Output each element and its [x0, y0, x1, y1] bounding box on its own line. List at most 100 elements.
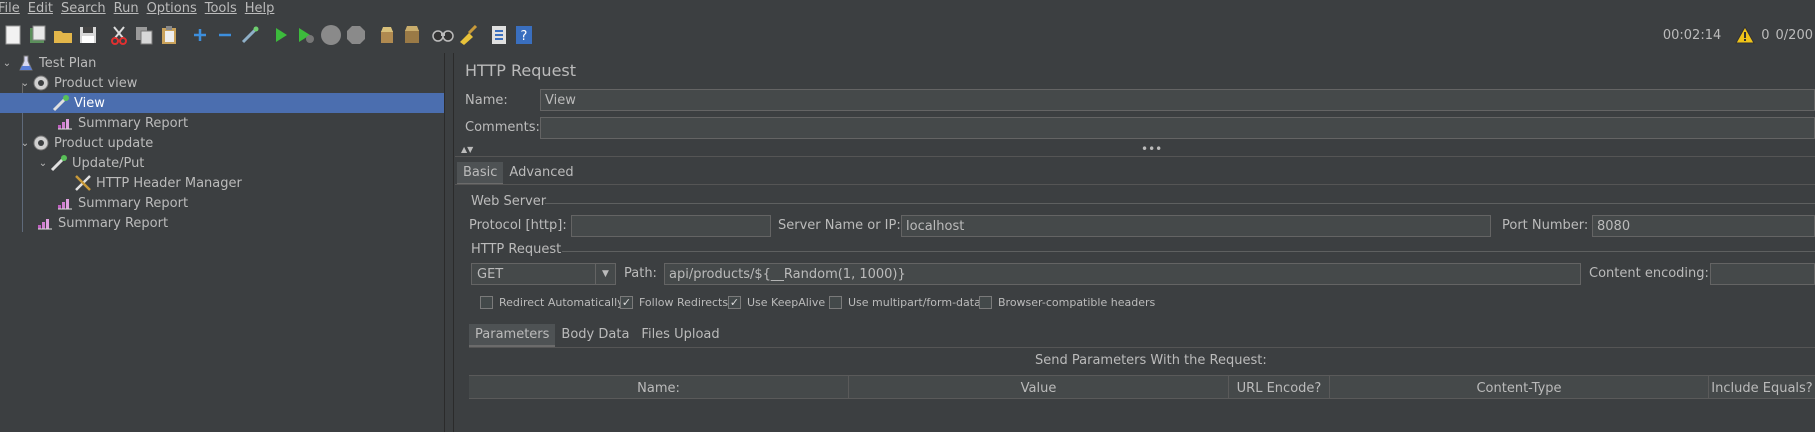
elapsed-time: 00:02:14 [1662, 27, 1722, 43]
check-icon[interactable]: ✓ [728, 296, 741, 309]
browser-compatible-checkbox[interactable]: Browser-compatible headers [979, 296, 1155, 309]
toolbar: ? 00:02:14 0 0/200 [0, 17, 1815, 53]
tab-files-upload[interactable]: Files Upload [635, 324, 725, 347]
stop-icon[interactable] [319, 22, 343, 48]
templates-icon[interactable] [26, 22, 50, 48]
tree-item-test-plan[interactable]: ⌄ Test Plan [0, 53, 444, 73]
status-area: 00:02:14 0 0/200 [1663, 17, 1815, 53]
multipart-checkbox[interactable]: Use multipart/form-data [829, 296, 981, 309]
tree-item-update-put[interactable]: ⌄ Update/Put [0, 153, 444, 173]
server-label: Server Name or IP: [778, 218, 901, 233]
checkbox-box[interactable] [829, 296, 842, 309]
warning-count: 0 [1761, 27, 1770, 43]
column-name[interactable]: Name: [469, 376, 849, 400]
tree-item-product-update[interactable]: ⌄ Product update [0, 133, 444, 153]
parameters-table-header: Name: Value URL Encode? Content-Type Inc… [469, 375, 1815, 400]
test-plan-tree: ⌄ Test Plan ⌄ Product view View Summary … [0, 53, 444, 432]
shutdown-icon[interactable] [344, 22, 368, 48]
column-value[interactable]: Value [849, 376, 1229, 400]
request-tabs: Basic Advanced [457, 162, 580, 185]
column-include-equals[interactable]: Include Equals? [1709, 376, 1815, 400]
column-url-encode[interactable]: URL Encode? [1229, 376, 1330, 400]
expand-icon[interactable] [188, 22, 212, 48]
tab-advanced[interactable]: Advanced [503, 162, 579, 185]
open-icon[interactable] [51, 22, 75, 48]
chevron-down-icon[interactable]: ⌄ [0, 58, 14, 69]
page-title: HTTP Request [465, 61, 577, 80]
menu-edit[interactable]: Edit [28, 1, 61, 16]
clear-icon[interactable] [375, 22, 399, 48]
tree-item-summary-report-1[interactable]: Summary Report [0, 113, 444, 133]
report-icon [36, 214, 54, 232]
cut-icon[interactable] [107, 22, 131, 48]
name-field[interactable]: View [540, 89, 1815, 111]
path-label: Path: [624, 266, 657, 281]
tab-basic[interactable]: Basic [457, 162, 504, 185]
clear-all-icon[interactable] [400, 22, 424, 48]
check-icon[interactable]: ✓ [620, 296, 633, 309]
menu-bar: File Edit Search Run Options Tools Help [0, 0, 1815, 16]
tab-body-data[interactable]: Body Data [555, 324, 635, 347]
menu-run[interactable]: Run [114, 1, 147, 16]
encoding-field[interactable] [1710, 263, 1815, 285]
start-no-pauses-icon[interactable] [294, 22, 318, 48]
tree-item-view[interactable]: View [0, 93, 444, 113]
chevron-down-icon[interactable]: ⌄ [18, 78, 32, 89]
port-field[interactable]: 8080 [1592, 215, 1815, 237]
menu-tools[interactable]: Tools [205, 1, 245, 16]
report-icon [56, 114, 74, 132]
save-icon[interactable] [76, 22, 100, 48]
redirect-automatically-checkbox[interactable]: Redirect Automatically [480, 296, 624, 309]
tree-item-summary-report-3[interactable]: Summary Report [0, 213, 444, 233]
report-icon [56, 194, 74, 212]
start-icon[interactable] [269, 22, 293, 48]
thread-group-icon [32, 134, 50, 152]
new-icon[interactable] [1, 22, 25, 48]
tree-item-http-header-manager[interactable]: HTTP Header Manager [0, 173, 444, 193]
config-icon [74, 174, 92, 192]
chevron-down-icon[interactable]: ⌄ [36, 158, 50, 169]
help-icon[interactable]: ? [512, 22, 536, 48]
split-divider[interactable]: ▲▼ ••• [455, 142, 1815, 157]
protocol-field[interactable] [571, 215, 771, 237]
toggle-icon[interactable] [238, 22, 262, 48]
menu-file[interactable]: File [0, 1, 28, 16]
paste-icon[interactable] [157, 22, 181, 48]
tree-item-summary-report-2[interactable]: Summary Report [0, 193, 444, 213]
chevron-down-icon[interactable]: ▼ [595, 264, 615, 284]
http-sampler-icon [52, 94, 70, 112]
follow-redirects-checkbox[interactable]: ✓ Follow Redirects [620, 296, 728, 309]
parameters-table-body[interactable] [469, 399, 1815, 432]
reset-search-icon[interactable] [456, 22, 480, 48]
menu-options[interactable]: Options [147, 1, 205, 16]
menu-search[interactable]: Search [61, 1, 114, 16]
checkbox-box[interactable] [979, 296, 992, 309]
search-icon[interactable] [431, 22, 455, 48]
comments-label: Comments: [465, 120, 540, 135]
column-content-type[interactable]: Content-Type [1330, 376, 1709, 400]
comments-field[interactable] [540, 117, 1815, 139]
tab-parameters[interactable]: Parameters [469, 324, 556, 347]
pane-splitter[interactable] [444, 53, 454, 432]
use-keepalive-checkbox[interactable]: ✓ Use KeepAlive [728, 296, 825, 309]
port-label: Port Number: [1502, 218, 1589, 233]
path-field[interactable]: api/products/${__Random(1, 1000)} [664, 263, 1581, 285]
name-label: Name: [465, 93, 508, 108]
server-field[interactable]: localhost [901, 215, 1491, 237]
http-sampler-icon [50, 154, 68, 172]
test-plan-icon [17, 54, 35, 72]
collapse-icon[interactable] [213, 22, 237, 48]
params-caption: Send Parameters With the Request: [1035, 353, 1267, 368]
method-select[interactable]: GET ▼ [471, 263, 616, 285]
checkbox-box[interactable] [480, 296, 493, 309]
menu-help[interactable]: Help [245, 1, 283, 16]
http-request-heading: HTTP Request [471, 242, 562, 257]
warning-icon[interactable] [1735, 26, 1756, 44]
active-threads: 0/200 [1775, 27, 1813, 43]
http-request-panel: HTTP Request Name: View Comments: ▲▼ •••… [455, 53, 1815, 432]
encoding-label: Content encoding: [1589, 266, 1709, 281]
copy-icon[interactable] [132, 22, 156, 48]
function-helper-icon[interactable] [487, 22, 511, 48]
tree-item-product-view[interactable]: ⌄ Product view [0, 73, 444, 93]
chevron-down-icon[interactable]: ⌄ [18, 138, 32, 149]
